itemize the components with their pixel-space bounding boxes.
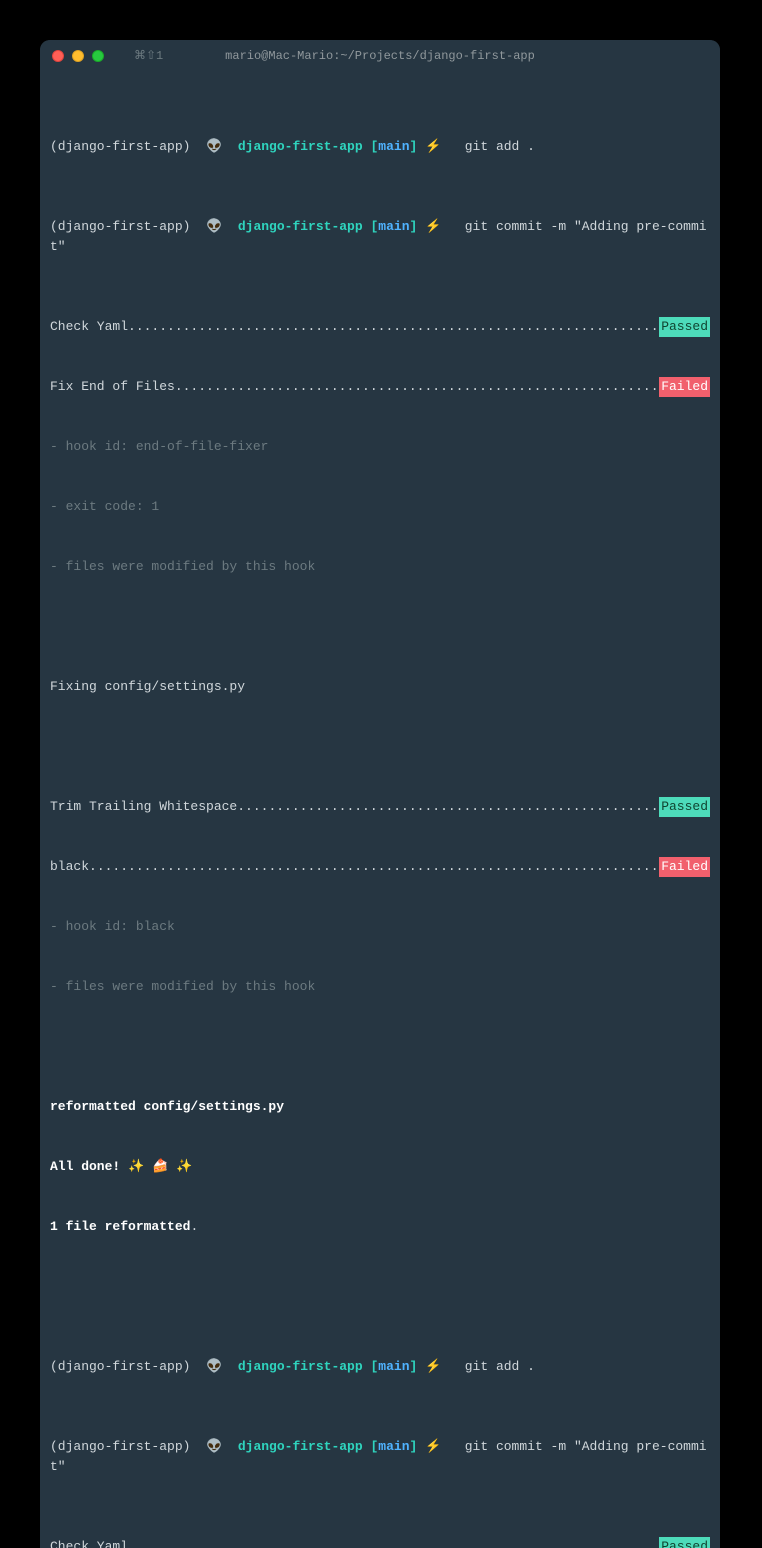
branch-name: main — [378, 139, 409, 154]
dots-fill — [175, 377, 659, 397]
check-row: Fix End of Files Failed — [50, 377, 710, 397]
close-icon[interactable] — [52, 50, 64, 62]
blank-line — [50, 617, 710, 637]
status-badge: Passed — [659, 1537, 710, 1548]
bolt-icon: ⚡ — [425, 1439, 441, 1454]
branch-name: main — [378, 1439, 409, 1454]
maximize-icon[interactable] — [92, 50, 104, 62]
hook-id-line: - hook id: end-of-file-fixer — [50, 437, 710, 457]
prompt-line: (django-first-app) 👽 django-first-app [m… — [50, 137, 710, 157]
blank-line — [50, 1037, 710, 1057]
blank-line — [50, 737, 710, 757]
dots-fill — [89, 857, 659, 877]
venv-label: (django-first-app) — [50, 139, 190, 154]
check-label: Check Yaml — [50, 1537, 128, 1548]
terminal-body[interactable]: (django-first-app) 👽 django-first-app [m… — [40, 71, 720, 1548]
alien-icon: 👽 — [206, 1359, 222, 1374]
dots-fill — [128, 1537, 659, 1548]
hook-modified-line: - files were modified by this hook — [50, 977, 710, 997]
dots-fill — [237, 797, 659, 817]
title-shortcut: ⌘⇧1 — [134, 48, 163, 63]
bracket-close: ] — [410, 1439, 418, 1454]
dots-fill — [128, 317, 659, 337]
bolt-icon: ⚡ — [425, 219, 441, 234]
alien-icon: 👽 — [206, 139, 222, 154]
check-label: Trim Trailing Whitespace — [50, 797, 237, 817]
traffic-lights — [52, 50, 104, 62]
black-done: All done! ✨ 🍰 ✨ — [50, 1157, 710, 1177]
check-row: Trim Trailing Whitespace Passed — [50, 797, 710, 817]
period: . — [190, 1219, 198, 1234]
prompt-line: (django-first-app) 👽 django-first-app [m… — [50, 1357, 710, 1377]
fix-message: Fixing config/settings.py — [50, 677, 710, 697]
venv-label: (django-first-app) — [50, 1359, 190, 1374]
status-badge: Passed — [659, 797, 710, 817]
venv-label: (django-first-app) — [50, 1439, 190, 1454]
bracket-open: [ — [370, 1439, 378, 1454]
project-name: django-first-app — [238, 1359, 363, 1374]
project-name: django-first-app — [238, 1439, 363, 1454]
bracket-close: ] — [410, 1359, 418, 1374]
black-summary: 1 file reformatted — [50, 1219, 190, 1234]
bolt-icon: ⚡ — [425, 139, 441, 154]
command-text: git add . — [465, 1359, 535, 1374]
black-summary-line: 1 file reformatted. — [50, 1217, 710, 1237]
branch-name: main — [378, 1359, 409, 1374]
check-row: black Failed — [50, 857, 710, 877]
hook-id-line: - hook id: black — [50, 917, 710, 937]
project-name: django-first-app — [238, 139, 363, 154]
hook-exit-line: - exit code: 1 — [50, 497, 710, 517]
check-label: Check Yaml — [50, 317, 128, 337]
branch-name: main — [378, 219, 409, 234]
command-text: git add . — [465, 139, 535, 154]
bracket-open: [ — [370, 1359, 378, 1374]
check-row: Check Yaml Passed — [50, 1537, 710, 1548]
bolt-icon: ⚡ — [425, 1359, 441, 1374]
project-name: django-first-app — [238, 219, 363, 234]
status-badge: Failed — [659, 857, 710, 877]
check-row: Check Yaml Passed — [50, 317, 710, 337]
status-badge: Passed — [659, 317, 710, 337]
venv-label: (django-first-app) — [50, 219, 190, 234]
title-path: mario@Mac-Mario:~/Projects/django-first-… — [225, 49, 535, 63]
bracket-close: ] — [410, 139, 418, 154]
bracket-close: ] — [410, 219, 418, 234]
check-label: black — [50, 857, 89, 877]
minimize-icon[interactable] — [72, 50, 84, 62]
alien-icon: 👽 — [206, 1439, 222, 1454]
title-bar: ⌘⇧1 mario@Mac-Mario:~/Projects/django-fi… — [40, 40, 720, 71]
black-reformatted: reformatted config/settings.py — [50, 1097, 710, 1117]
status-badge: Failed — [659, 377, 710, 397]
alien-icon: 👽 — [206, 219, 222, 234]
terminal-window: ⌘⇧1 mario@Mac-Mario:~/Projects/django-fi… — [40, 40, 720, 1548]
blank-line — [50, 1277, 710, 1297]
prompt-line: (django-first-app) 👽 django-first-app [m… — [50, 217, 710, 257]
prompt-line: (django-first-app) 👽 django-first-app [m… — [50, 1437, 710, 1477]
hook-modified-line: - files were modified by this hook — [50, 557, 710, 577]
check-label: Fix End of Files — [50, 377, 175, 397]
